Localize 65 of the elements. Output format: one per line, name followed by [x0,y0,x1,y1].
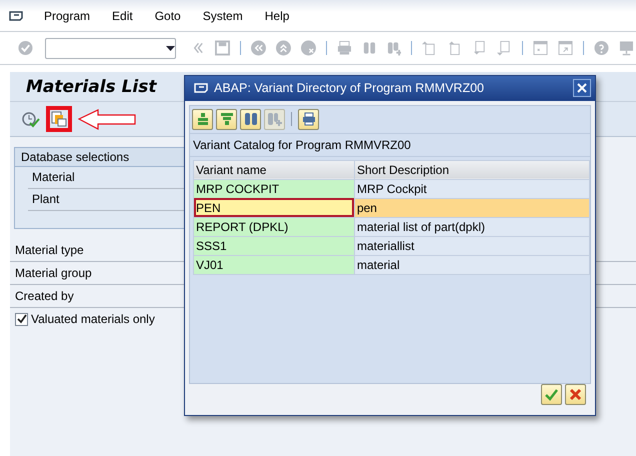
field-label: Created by [15,289,74,304]
print-button[interactable] [298,108,319,130]
menu-icon[interactable] [8,8,24,22]
description-cell[interactable]: materiallist [354,236,590,256]
column-header[interactable]: Short Description [354,160,590,180]
menu-item[interactable]: Help [262,8,292,22]
new-window-icon[interactable] [533,40,548,56]
variant-name-cell[interactable]: PEN [194,198,354,218]
binoculars-icon[interactable] [362,40,377,56]
close-icon [577,83,587,94]
menu-item[interactable]: Program [42,8,92,22]
variant-name-cell[interactable]: REPORT (DPKL) [194,217,354,236]
check-icon [16,314,26,324]
sort-ascending-button[interactable] [192,108,213,130]
previous-page-icon[interactable] [447,40,462,56]
arrow [78,108,136,130]
monitor-icon[interactable] [618,40,634,56]
cancel-icon[interactable] [300,40,316,56]
command-field[interactable] [44,38,176,58]
variant-name-cell[interactable]: SSS1 [194,236,354,256]
sort-ascending-icon [196,112,210,126]
description-cell[interactable]: pen [354,198,590,218]
next-page-icon[interactable] [472,40,488,56]
first-page-icon[interactable] [422,40,438,56]
shortcut-icon[interactable] [558,40,574,56]
menu-item[interactable]: Edit [110,8,135,22]
menu-item[interactable]: Goto [152,8,183,22]
field-label: Plant [32,192,60,207]
description-cell[interactable]: material list of part(dpkl) [354,217,590,236]
up-icon[interactable] [276,40,291,56]
menu-icon[interactable] [193,81,209,96]
clock-check-icon[interactable] [22,110,40,128]
checkbox-label: Valuated materials only [31,312,155,326]
back-icon[interactable] [250,40,266,56]
dialog-title: ABAP: Variant Directory of Program RMMVRZ00 [214,81,485,96]
copy-icon[interactable] [51,111,67,127]
checkbox[interactable] [15,312,28,326]
field-label: Material type [15,243,84,258]
cancel-button[interactable] [565,384,586,405]
find-icon [244,112,258,126]
description-cell[interactable]: material [354,255,590,274]
binoculars-plus-icon[interactable] [386,40,402,56]
print-icon[interactable] [336,40,352,56]
checkmark-icon [544,387,559,402]
save-icon[interactable] [214,40,230,56]
field-label: Material [32,170,75,185]
dropdown-icon[interactable] [166,46,175,50]
last-page-icon[interactable] [497,40,512,56]
menu-item[interactable]: System [200,8,245,22]
variant-name-cell[interactable]: MRP COCKPIT [194,179,354,198]
find-next-icon [268,112,282,126]
field-label: Material group [15,266,92,281]
help-icon[interactable] [594,40,609,56]
column-header[interactable]: Variant name [194,160,354,180]
close-button[interactable] [573,79,591,98]
confirm-button[interactable] [541,384,562,405]
sort-descending-button[interactable] [216,108,237,130]
cancel-icon [568,387,583,402]
list-caption: Variant Catalog for Program RMMVRZ00 [190,134,590,157]
find-button[interactable] [240,108,261,130]
checkmark-icon[interactable] [18,40,33,56]
description-cell[interactable]: MRP Cockpit [354,179,590,198]
sort-descending-icon [220,112,234,126]
variant-name-cell[interactable]: VJ01 [194,255,354,274]
print-icon [302,112,316,126]
